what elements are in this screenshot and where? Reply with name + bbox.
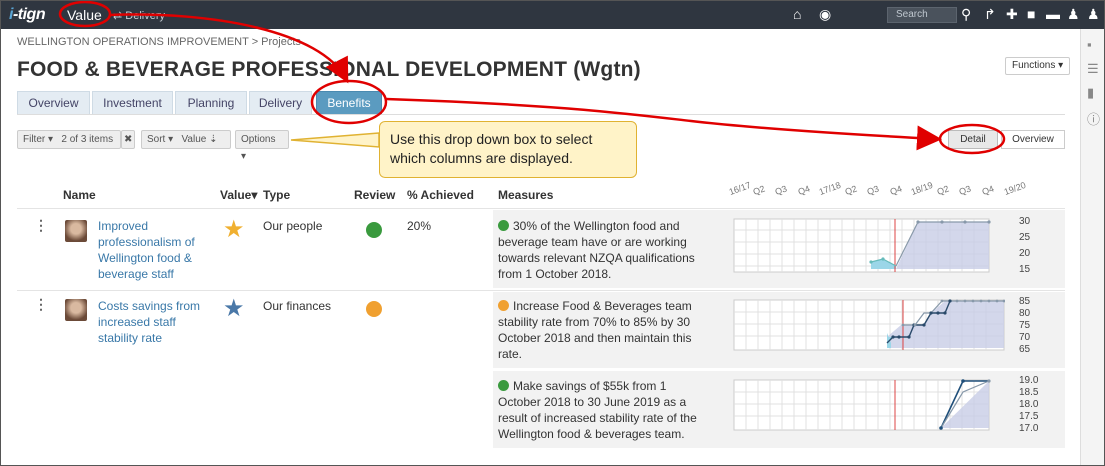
measure-status-dot (498, 380, 509, 391)
col-measures[interactable]: Measures (498, 188, 553, 202)
alert-icon[interactable]: ♟ (1087, 6, 1100, 23)
info-icon[interactable]: ⓘ (1087, 109, 1100, 128)
switch-icon: ⇄ (113, 10, 126, 22)
timeline-label: Q3 (865, 183, 881, 197)
y-tick: 19.0 (1019, 375, 1039, 386)
sort-desc-icon: ▾ (251, 188, 258, 202)
list-icon[interactable]: ☰ (1087, 61, 1099, 77)
measure-status-dot (498, 300, 509, 311)
benefit-type: Our people (263, 219, 323, 233)
timeline-label: 16/17 (727, 179, 753, 197)
row-menu-icon[interactable]: ⋮ (34, 217, 48, 234)
col-review[interactable]: Review (354, 188, 395, 202)
timeline-label: Q4 (980, 183, 996, 197)
benefit-name-link[interactable]: Costs savings from increased staff stabi… (98, 298, 208, 346)
sort-icon: ⇣ (209, 134, 218, 145)
y-tick: 25 (1019, 232, 1031, 243)
col-achieved[interactable]: % Achieved (407, 188, 474, 202)
y-tick: 15 (1019, 264, 1031, 275)
value-star-icon: ★ (223, 216, 245, 243)
avatar (65, 299, 87, 321)
timeline-label: 18/19 (909, 179, 935, 197)
measure-chart (733, 379, 991, 431)
nav-value-menu[interactable]: Value (67, 7, 102, 23)
y-tick: 75 (1019, 320, 1031, 331)
measure-chart (733, 299, 1005, 351)
col-type[interactable]: Type (263, 188, 290, 202)
y-tick: 17.5 (1019, 411, 1039, 422)
value-star-icon: ★ (223, 295, 245, 322)
share-icon[interactable]: ↱ (984, 6, 996, 23)
timeline-label: Q2 (935, 183, 951, 197)
right-sidebar: ▪ ☰ ▮ ⓘ (1080, 29, 1104, 465)
tab-delivery[interactable]: Delivery (249, 91, 312, 115)
tab-planning[interactable]: Planning (175, 91, 247, 115)
search-input[interactable]: Search (887, 7, 957, 23)
overview-view-button[interactable]: Overview (1001, 130, 1065, 149)
y-tick: 70 (1019, 332, 1031, 343)
y-tick: 18.0 (1019, 399, 1039, 410)
bookmark-icon[interactable]: ■ (1027, 6, 1035, 22)
clear-filter-button[interactable]: ✖ (121, 130, 135, 149)
avatar (65, 220, 87, 242)
y-tick: 17.0 (1019, 423, 1039, 434)
timeline-label: Q4 (796, 183, 812, 197)
bell-icon[interactable]: ♟ (1067, 6, 1080, 23)
filter-dropdown[interactable]: Filter ▾ 2 of 3 items (17, 130, 121, 149)
y-tick: 30 (1019, 216, 1031, 227)
top-nav-bar: i-tign Value ⇄ Delivery ⌂ ◉ Search ⚲ ↱ ✚… (1, 1, 1104, 29)
measure-chart (733, 218, 991, 273)
y-tick: 80 (1019, 308, 1031, 319)
y-tick: 18.5 (1019, 387, 1039, 398)
timeline-label: Q3 (957, 183, 973, 197)
page-title: FOOD & BEVERAGE PROFESSIONAL DEVELOPMENT… (17, 58, 641, 81)
comment-icon[interactable]: ▪ (1087, 37, 1092, 52)
sort-dropdown[interactable]: Sort ▾ Value ⇣ (141, 130, 231, 149)
measure-status-dot (498, 220, 509, 231)
measure-text: Make savings of $55k from 1 October 2018… (498, 379, 697, 441)
search-icon[interactable]: ⚲ (961, 6, 971, 23)
filter-count: 2 of 3 items (61, 134, 114, 145)
app-logo[interactable]: i-tign (9, 6, 46, 24)
row-menu-icon[interactable]: ⋮ (34, 296, 48, 313)
nav-delivery-menu[interactable]: ⇄ Delivery (113, 9, 165, 22)
achieved-percent: 20% (407, 219, 432, 233)
y-tick: 85 (1019, 296, 1031, 307)
review-status-indicator (366, 301, 382, 317)
review-status-indicator (366, 222, 382, 238)
chat-icon[interactable]: ▬ (1046, 6, 1060, 22)
timeline-label: Q4 (888, 183, 904, 197)
timeline-label: Q2 (843, 183, 859, 197)
timeline-label: 17/18 (817, 179, 843, 197)
timeline-label: Q3 (773, 183, 789, 197)
home-icon[interactable]: ⌂ (793, 6, 801, 22)
col-value[interactable]: Value▾ (220, 188, 257, 202)
col-name[interactable]: Name (63, 188, 96, 202)
lock-icon[interactable]: ▮ (1087, 85, 1094, 101)
globe-icon[interactable]: ◉ (819, 6, 831, 23)
tab-investment[interactable]: Investment (92, 91, 173, 115)
add-icon[interactable]: ✚ (1006, 6, 1018, 23)
benefit-type: Our finances (263, 299, 332, 313)
timeline-label: Q2 (751, 183, 767, 197)
y-tick: 65 (1019, 344, 1031, 355)
tab-divider (17, 114, 1065, 115)
breadcrumb[interactable]: WELLINGTON OPERATIONS IMPROVEMENT > Proj… (17, 36, 301, 48)
options-dropdown[interactable]: Options ▾ (235, 130, 289, 162)
timeline-label: 19/20 (1002, 179, 1028, 197)
tab-overview[interactable]: Overview (17, 91, 90, 115)
detail-view-button[interactable]: Detail (948, 130, 998, 149)
benefit-name-link[interactable]: Improved professionalism of Wellington f… (98, 218, 208, 282)
annotation-callout: Use this drop down box to select which c… (379, 121, 637, 178)
tab-benefits[interactable]: Benefits (316, 91, 382, 115)
measure-text: Increase Food & Beverages team stability… (498, 299, 692, 361)
functions-dropdown[interactable]: Functions ▾ (1005, 57, 1071, 75)
callout-pointer (290, 132, 380, 148)
measure-text: 30% of the Wellington food and beverage … (498, 219, 695, 281)
y-tick: 20 (1019, 248, 1031, 259)
